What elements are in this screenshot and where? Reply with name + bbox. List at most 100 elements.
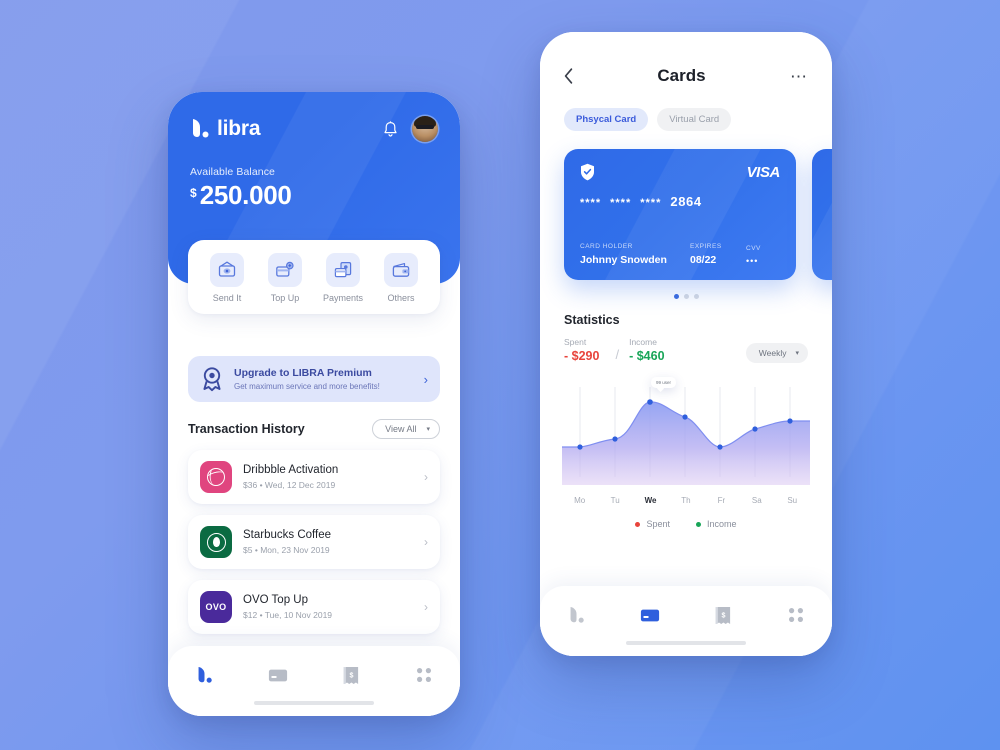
shield-check-icon	[581, 163, 594, 181]
chevron-right-icon: ›	[424, 535, 428, 549]
pager-dot-active[interactable]	[673, 294, 679, 299]
tab-home[interactable]	[557, 602, 597, 628]
view-all-dropdown[interactable]: View All ▾	[372, 419, 440, 439]
balance-label: Available Balance	[190, 166, 275, 178]
more-horizontal-icon[interactable]: ⋯	[790, 68, 808, 85]
balance-value: $ 250.000	[190, 182, 438, 208]
transaction-meta: $36 • Wed, 12 Dec 2019	[243, 480, 413, 490]
page-title: Cards	[657, 66, 706, 85]
card-details-row: CARD HOLDER Johnny Snowden EXPIRES 08/22…	[580, 243, 780, 266]
quick-action-send-it[interactable]: Send It	[199, 253, 255, 303]
card-top-row: VISA	[580, 163, 780, 181]
grid-menu-icon	[416, 668, 431, 682]
card-icon	[640, 609, 659, 621]
tab-more[interactable]	[776, 602, 816, 628]
spent-value: - $290	[564, 349, 600, 363]
transaction-info: Starbucks Coffee $5 • Mon, 23 Nov 2019	[243, 529, 413, 556]
tab-receipts[interactable]: $	[703, 602, 743, 628]
background-sheen	[0, 0, 1000, 750]
view-all-label: View All	[385, 424, 417, 434]
card-last4: 2864	[670, 194, 702, 209]
premium-upgrade-banner[interactable]: Upgrade to LIBRA Premium Get maximum ser…	[188, 356, 440, 402]
x-tick-label: Fr	[717, 496, 726, 505]
brand-name: libra	[217, 117, 261, 140]
card-holder-field: CARD HOLDER Johnny Snowden	[580, 243, 690, 266]
bottom-tabbar-right: $	[540, 586, 832, 656]
quick-action-top-up[interactable]: Top Up	[257, 253, 313, 303]
card-cvv-label: CVV	[746, 245, 761, 252]
card-type-tabs: Phsycal Card Virtual Card	[540, 86, 832, 131]
tab-virtual-card[interactable]: Virtual Card	[657, 108, 732, 131]
meta-separator: •	[259, 610, 263, 621]
table-row[interactable]: Starbucks Coffee $5 • Mon, 23 Nov 2019 ›	[188, 515, 440, 569]
transaction-amount: $36	[243, 480, 258, 491]
tab-cards[interactable]	[630, 602, 670, 628]
home-indicator	[254, 701, 374, 705]
tab-receipts[interactable]: $	[331, 662, 371, 688]
tab-more[interactable]	[404, 662, 444, 688]
transaction-date: Mon, 23 Nov 2019	[260, 545, 330, 556]
quick-actions-card: Send It Top Up Payments Others	[188, 240, 440, 314]
bell-icon[interactable]	[383, 120, 398, 138]
x-tick-label: Mo	[574, 496, 586, 505]
card-icon	[268, 669, 287, 681]
cards-carousel: VISA **** **** **** 2864 CARD HOLDER Joh…	[540, 149, 832, 285]
section-title: Transaction History	[188, 422, 305, 436]
quick-action-label: Send It	[212, 293, 242, 303]
spent-summary: Spent - $290	[564, 337, 599, 363]
dribbble-logo	[200, 461, 232, 493]
spent-label: Spent	[564, 337, 587, 347]
credit-card-next[interactable]	[812, 149, 832, 280]
home-indicator	[626, 641, 746, 645]
phone-right: Cards ⋯ Phsycal Card Virtual Card VISA *…	[540, 32, 832, 656]
quick-action-payments[interactable]: Payments	[315, 253, 371, 303]
pager-dot[interactable]	[693, 294, 699, 299]
currency-symbol: $	[190, 186, 197, 200]
x-tick-label: Th	[681, 496, 691, 505]
home-body: Upgrade to LIBRA Premium Get maximum ser…	[168, 284, 460, 634]
receipt-icon: $	[715, 606, 730, 624]
quick-action-label: Top Up	[270, 293, 300, 303]
user-avatar[interactable]	[412, 116, 438, 142]
pager-dot[interactable]	[683, 294, 689, 299]
receipt-icon: $	[343, 666, 358, 684]
chevron-right-icon: ›	[424, 600, 428, 614]
hero-top-bar: libra	[190, 116, 438, 142]
card-cvv-field: CVV •••	[746, 245, 780, 266]
promo-subtitle: Get maximum service and more benefits!	[234, 382, 380, 392]
promo-title: Upgrade to LIBRA Premium	[234, 366, 372, 379]
transaction-history-header: Transaction History View All ▾	[188, 419, 440, 439]
transaction-title: Dribbble Activation	[243, 463, 339, 476]
chevron-down-icon: ▾	[795, 350, 799, 357]
svg-text:$: $	[349, 671, 353, 679]
range-dropdown[interactable]: Weekly ▾	[745, 343, 808, 363]
tab-physical-card[interactable]: Phsycal Card	[564, 108, 649, 131]
masked-group: ****	[640, 197, 662, 209]
svg-text:$: $	[721, 611, 725, 619]
masked-group: ****	[580, 197, 602, 209]
transaction-date: Tue, 10 Nov 2019	[264, 610, 333, 621]
quick-action-others[interactable]: Others	[373, 253, 429, 303]
income-value: - $460	[629, 349, 665, 363]
card-expires-field: EXPIRES 08/22	[690, 243, 746, 266]
meta-separator: •	[259, 480, 263, 491]
chevron-left-icon[interactable]	[564, 68, 573, 84]
tab-home[interactable]	[185, 662, 225, 688]
quick-action-label: Others	[387, 293, 415, 303]
masked-group: ****	[610, 197, 632, 209]
card-holder-label: CARD HOLDER	[580, 243, 633, 250]
legend-dot	[696, 521, 701, 527]
summary-divider: /	[615, 347, 620, 362]
statistics-summary: Spent - $290 / Income - $460 Weekly ▾	[540, 327, 832, 363]
home-libra-icon	[198, 666, 212, 683]
legend-label: Income	[707, 519, 737, 529]
brand: libra	[190, 117, 261, 141]
home-libra-icon	[570, 606, 584, 623]
chart-area	[562, 401, 810, 485]
credit-card[interactable]: VISA **** **** **** 2864 CARD HOLDER Joh…	[564, 149, 796, 280]
tab-cards[interactable]	[258, 662, 298, 688]
table-row[interactable]: OVO OVO Top Up $12 • Tue, 10 Nov 2019 ›	[188, 580, 440, 634]
income-summary: Income - $460	[629, 337, 664, 363]
card-expires-value: 08/22	[690, 254, 717, 266]
table-row[interactable]: Dribbble Activation $36 • Wed, 12 Dec 20…	[188, 450, 440, 504]
